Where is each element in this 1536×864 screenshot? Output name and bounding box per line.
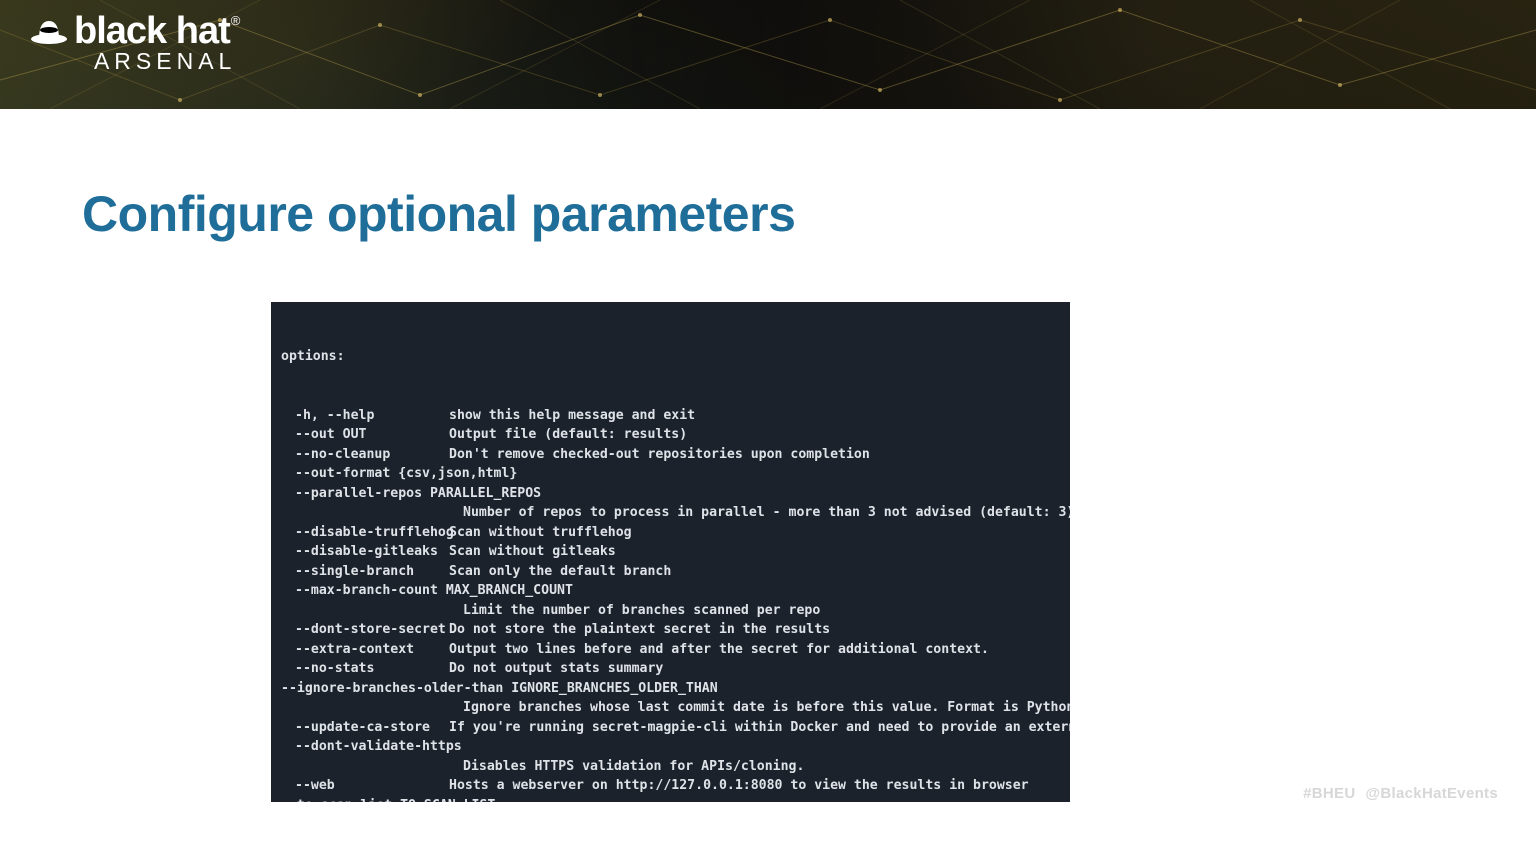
option-description: Scan without trufflehog bbox=[449, 523, 1060, 543]
option-row: --dont-store-secretDo not store the plai… bbox=[281, 620, 1060, 640]
option-flag: --no-stats bbox=[281, 659, 449, 679]
option-flag: --dont-store-secret bbox=[281, 620, 449, 640]
option-flag: --web bbox=[281, 776, 449, 796]
option-description: Don't remove checked-out repositories up… bbox=[449, 445, 1060, 465]
option-row: --disable-trufflehogScan without truffle… bbox=[281, 523, 1060, 543]
terminal-options-header: options: bbox=[281, 347, 1060, 367]
option-flag: -h, --help bbox=[281, 406, 449, 426]
footer-handle: @BlackHatEvents bbox=[1365, 785, 1498, 802]
footer-hashtag: #BHEU bbox=[1303, 785, 1355, 802]
option-description: Do not store the plaintext secret in the… bbox=[449, 620, 1060, 640]
option-flag: --to-scan-list TO_SCAN_LIST bbox=[281, 796, 1060, 803]
option-description: Disables HTTPS validation for APIs/cloni… bbox=[281, 757, 1060, 777]
option-flag: --dont-validate-https bbox=[281, 737, 1060, 757]
option-row: --no-statsDo not output stats summary bbox=[281, 659, 1060, 679]
option-description: Do not output stats summary bbox=[449, 659, 1060, 679]
option-flag: --max-branch-count MAX_BRANCH_COUNT bbox=[281, 581, 1060, 601]
terminal-output: options: -h, --helpshow this help messag… bbox=[271, 302, 1070, 802]
option-row: --out OUTOutput file (default: results) bbox=[281, 425, 1060, 445]
slide-title: Configure optional parameters bbox=[82, 185, 795, 243]
option-row: --webHosts a webserver on http://127.0.0… bbox=[281, 776, 1060, 796]
blackhat-hat-icon bbox=[30, 15, 68, 50]
slide-header: black hat® ARSENAL bbox=[0, 0, 1536, 109]
option-row: --single-branchScan only the default bra… bbox=[281, 562, 1060, 582]
option-flag: --update-ca-store bbox=[281, 718, 449, 738]
option-description: Limit the number of branches scanned per… bbox=[281, 601, 1060, 621]
option-description: Scan only the default branch bbox=[449, 562, 1060, 582]
footer-tags: #BHEU @BlackHatEvents bbox=[1303, 785, 1498, 802]
option-description: Output two lines before and after the se… bbox=[449, 640, 1060, 660]
option-description: Scan without gitleaks bbox=[449, 542, 1060, 562]
logo-sub-text: ARSENAL bbox=[30, 48, 238, 75]
blackhat-logo: black hat® ARSENAL bbox=[30, 12, 238, 75]
option-description: show this help message and exit bbox=[449, 406, 1060, 426]
option-description: Output file (default: results) bbox=[449, 425, 1060, 445]
option-description: Ignore branches whose last commit date i… bbox=[281, 698, 1060, 718]
option-row: --extra-contextOutput two lines before a… bbox=[281, 640, 1060, 660]
option-row: -h, --helpshow this help message and exi… bbox=[281, 406, 1060, 426]
option-description: If you're running secret-magpie-cli with… bbox=[449, 718, 1070, 738]
option-flag: --parallel-repos PARALLEL_REPOS bbox=[281, 484, 1060, 504]
option-row: --update-ca-storeIf you're running secre… bbox=[281, 718, 1060, 738]
option-flag: --no-cleanup bbox=[281, 445, 449, 465]
option-description: Number of repos to process in parallel -… bbox=[281, 503, 1060, 523]
option-description: Hosts a webserver on http://127.0.0.1:80… bbox=[449, 776, 1060, 796]
logo-main-text: black hat® bbox=[74, 12, 238, 50]
option-flag: --ignore-branches-older-than IGNORE_BRAN… bbox=[281, 679, 1060, 699]
option-flag: --out OUT bbox=[281, 425, 449, 445]
option-row: --disable-gitleaksScan without gitleaks bbox=[281, 542, 1060, 562]
option-flag: --extra-context bbox=[281, 640, 449, 660]
option-flag: --out-format {csv,json,html} bbox=[281, 464, 1060, 484]
option-flag: --disable-gitleaks bbox=[281, 542, 449, 562]
terminal-options-list: -h, --helpshow this help message and exi… bbox=[281, 406, 1060, 803]
option-flag: --disable-trufflehog bbox=[281, 523, 449, 543]
option-row: --no-cleanupDon't remove checked-out rep… bbox=[281, 445, 1060, 465]
option-flag: --single-branch bbox=[281, 562, 449, 582]
